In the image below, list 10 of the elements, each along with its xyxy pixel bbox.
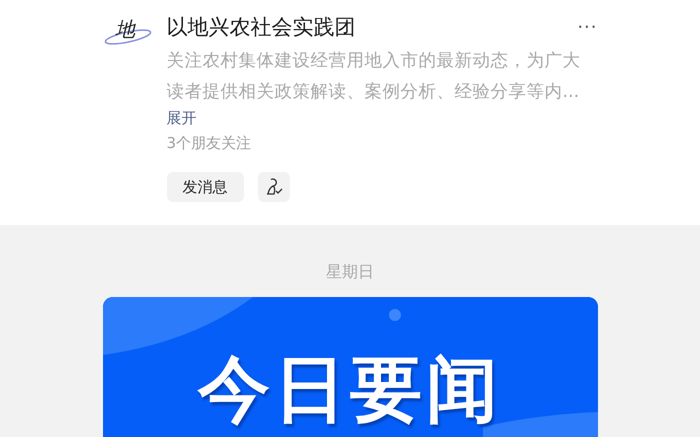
more-icon[interactable]: ··· bbox=[577, 16, 598, 38]
message-button[interactable]: 发消息 bbox=[166, 172, 244, 202]
expand-link[interactable]: 展开 bbox=[166, 107, 196, 129]
account-description: 读者提供相关政策解读、案例分析、经验分享等内... bbox=[166, 81, 580, 104]
follow-button[interactable] bbox=[258, 172, 290, 202]
account-description: 关注农村集体建设经营用地入市的最新动态，为广大 bbox=[166, 50, 582, 73]
account-name: 以地兴农社会实践团 bbox=[166, 14, 356, 41]
cover-title: 今日要闻 bbox=[198, 349, 502, 429]
friends-following: 3个朋友关注 bbox=[166, 133, 252, 154]
day-label: 星期日 bbox=[326, 261, 374, 283]
